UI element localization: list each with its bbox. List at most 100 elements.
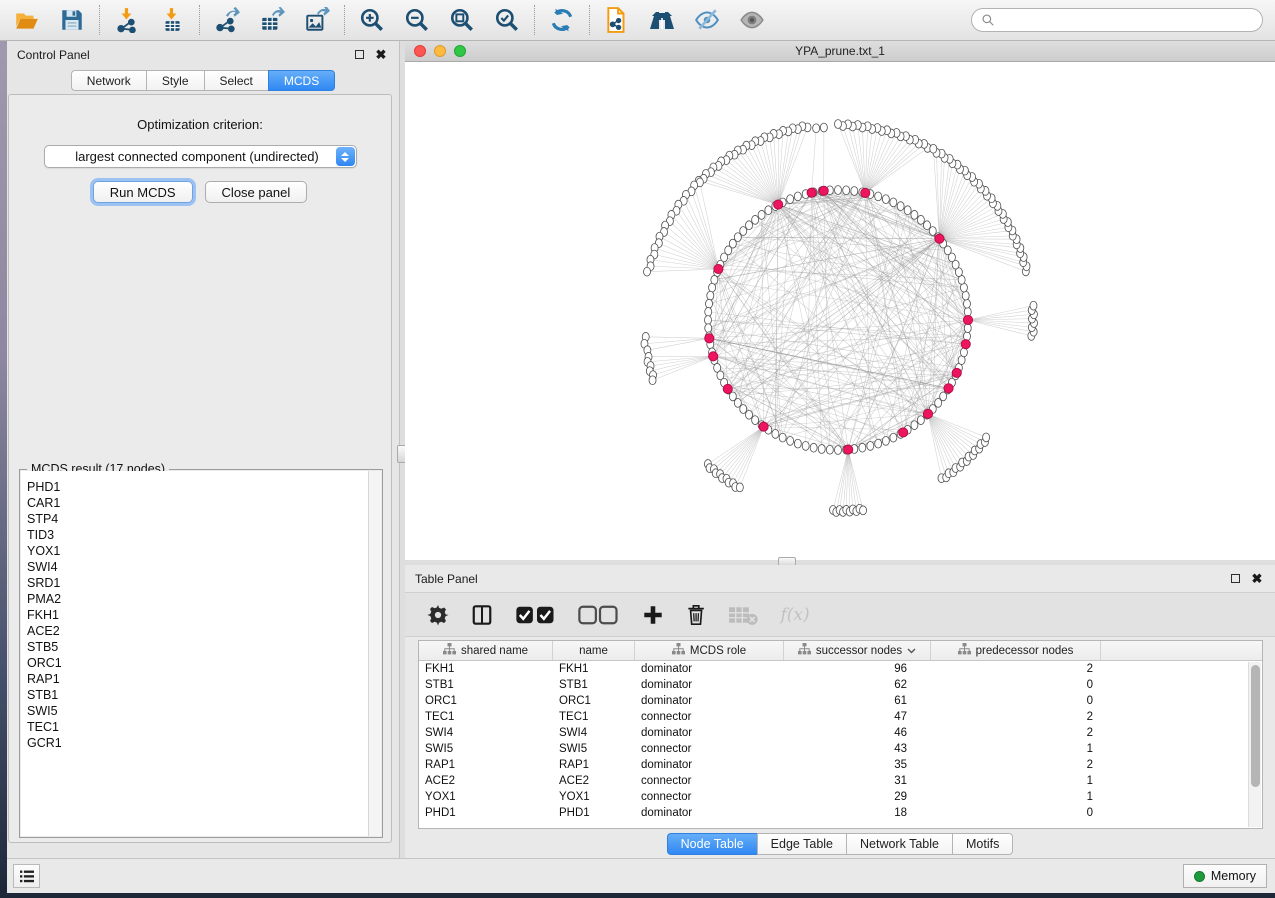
import-network-button[interactable] xyxy=(113,6,141,34)
import-table-button[interactable] xyxy=(158,6,186,34)
mcds-result-item[interactable]: ORC1 xyxy=(21,655,381,671)
network-node[interactable] xyxy=(746,221,753,230)
cell-predecessor-nodes[interactable]: 1 xyxy=(931,741,1101,757)
mcds-hub-node[interactable] xyxy=(935,234,944,243)
network-node[interactable] xyxy=(890,433,897,442)
show-all-button[interactable] xyxy=(738,6,766,34)
tab-node-table[interactable]: Node Table xyxy=(667,833,757,855)
network-node[interactable] xyxy=(917,416,924,425)
mcds-hub-node[interactable] xyxy=(952,368,961,377)
open-session-button[interactable] xyxy=(13,6,41,34)
cell-name[interactable]: SWI4 xyxy=(553,725,635,741)
network-node[interactable] xyxy=(911,210,918,219)
cell-mcds-role[interactable]: connector xyxy=(635,709,784,725)
table-row[interactable]: YOX1YOX1connector291 xyxy=(419,789,1262,805)
network-node[interactable] xyxy=(706,299,713,308)
table-options-button[interactable] xyxy=(427,602,449,628)
network-node[interactable] xyxy=(794,439,801,448)
table-row[interactable]: PHD1PHD1dominator180 xyxy=(419,805,1262,821)
mcds-result-item[interactable]: PMA2 xyxy=(21,591,381,607)
network-node[interactable] xyxy=(882,436,889,445)
network-node[interactable] xyxy=(772,430,779,439)
network-canvas[interactable] xyxy=(405,62,1275,560)
table-row[interactable]: RAP1RAP1dominator352 xyxy=(419,757,1262,773)
cell-mcds-role[interactable]: dominator xyxy=(635,757,784,773)
cell-shared-name[interactable]: ORC1 xyxy=(419,693,553,709)
cell-shared-name[interactable]: FKH1 xyxy=(419,661,553,677)
cell-predecessor-nodes[interactable]: 0 xyxy=(931,677,1101,693)
network-node[interactable] xyxy=(835,446,842,455)
network-node[interactable] xyxy=(810,443,817,452)
tab-select[interactable]: Select xyxy=(204,70,268,91)
network-node[interactable] xyxy=(964,307,971,316)
cell-shared-name[interactable]: PHD1 xyxy=(419,805,553,821)
export-table-button[interactable] xyxy=(258,6,286,34)
network-node[interactable] xyxy=(736,483,743,492)
column-header-MCDS-role[interactable]: MCDS role xyxy=(635,641,784,660)
memory-button[interactable]: Memory xyxy=(1183,864,1267,888)
mcds-hub-node[interactable] xyxy=(807,188,816,197)
cell-mcds-role[interactable]: dominator xyxy=(635,693,784,709)
cell-shared-name[interactable]: ACE2 xyxy=(419,773,553,789)
cell-successor-nodes[interactable]: 29 xyxy=(784,789,931,805)
cell-successor-nodes[interactable]: 62 xyxy=(784,677,931,693)
table-row[interactable]: TEC1TEC1connector472 xyxy=(419,709,1262,725)
first-neighbors-button[interactable] xyxy=(648,6,676,34)
cell-predecessor-nodes[interactable]: 1 xyxy=(931,773,1101,789)
cell-shared-name[interactable]: RAP1 xyxy=(419,757,553,773)
close-panel-button[interactable]: ✖ xyxy=(373,47,389,63)
mcds-result-item[interactable]: TEC1 xyxy=(21,719,381,735)
mcds-hub-node[interactable] xyxy=(774,200,783,209)
zoom-fit-button[interactable] xyxy=(448,6,476,34)
network-node[interactable] xyxy=(963,299,970,308)
cell-mcds-role[interactable]: dominator xyxy=(635,805,784,821)
table-float-button[interactable] xyxy=(1227,571,1243,587)
network-node[interactable] xyxy=(752,416,759,425)
network-node[interactable] xyxy=(813,124,820,133)
cell-successor-nodes[interactable]: 18 xyxy=(784,805,931,821)
network-node[interactable] xyxy=(705,307,712,316)
network-node[interactable] xyxy=(882,195,889,204)
cell-mcds-role[interactable]: dominator xyxy=(635,725,784,741)
network-node[interactable] xyxy=(851,187,858,196)
network-node[interactable] xyxy=(709,283,716,292)
network-node[interactable] xyxy=(835,120,842,129)
delete-column-button[interactable] xyxy=(686,602,706,628)
cell-name[interactable]: ACE2 xyxy=(553,773,635,789)
network-node[interactable] xyxy=(779,433,786,442)
show-columns-button[interactable] xyxy=(471,602,493,628)
float-panel-button[interactable] xyxy=(351,47,367,63)
network-node[interactable] xyxy=(859,443,866,452)
export-network-button[interactable] xyxy=(213,6,241,34)
cell-name[interactable]: FKH1 xyxy=(553,661,635,677)
cell-successor-nodes[interactable]: 31 xyxy=(784,773,931,789)
mcds-result-item[interactable]: ACE2 xyxy=(21,623,381,639)
refresh-button[interactable] xyxy=(548,6,576,34)
mcds-hub-node[interactable] xyxy=(714,264,723,273)
mcds-result-item[interactable]: SWI4 xyxy=(21,559,381,575)
network-node[interactable] xyxy=(835,186,842,195)
cell-mcds-role[interactable]: connector xyxy=(635,741,784,757)
cell-shared-name[interactable]: YOX1 xyxy=(419,789,553,805)
column-header-predecessor-nodes[interactable]: predecessor nodes xyxy=(931,641,1101,660)
network-node[interactable] xyxy=(890,198,897,207)
run-mcds-button[interactable]: Run MCDS xyxy=(93,181,193,203)
mcds-hub-node[interactable] xyxy=(961,340,970,349)
clone-network-button[interactable] xyxy=(603,6,631,34)
tab-motifs[interactable]: Motifs xyxy=(952,833,1013,855)
mcds-result-item[interactable]: FKH1 xyxy=(21,607,381,623)
cell-shared-name[interactable]: SWI4 xyxy=(419,725,553,741)
network-node[interactable] xyxy=(843,186,850,195)
mcds-hub-node[interactable] xyxy=(963,315,972,324)
mcds-result-item[interactable]: PHD1 xyxy=(21,479,381,495)
cell-successor-nodes[interactable]: 46 xyxy=(784,725,931,741)
tab-style[interactable]: Style xyxy=(146,70,204,91)
cell-name[interactable]: TEC1 xyxy=(553,709,635,725)
network-node[interactable] xyxy=(917,215,924,224)
table-close-button[interactable]: ✖ xyxy=(1249,571,1265,587)
table-row[interactable]: ACE2ACE2connector311 xyxy=(419,773,1262,789)
mcds-result-item[interactable]: TID3 xyxy=(21,527,381,543)
cell-predecessor-nodes[interactable]: 2 xyxy=(931,757,1101,773)
tab-mcds[interactable]: MCDS xyxy=(268,70,335,91)
network-node[interactable] xyxy=(649,376,656,385)
